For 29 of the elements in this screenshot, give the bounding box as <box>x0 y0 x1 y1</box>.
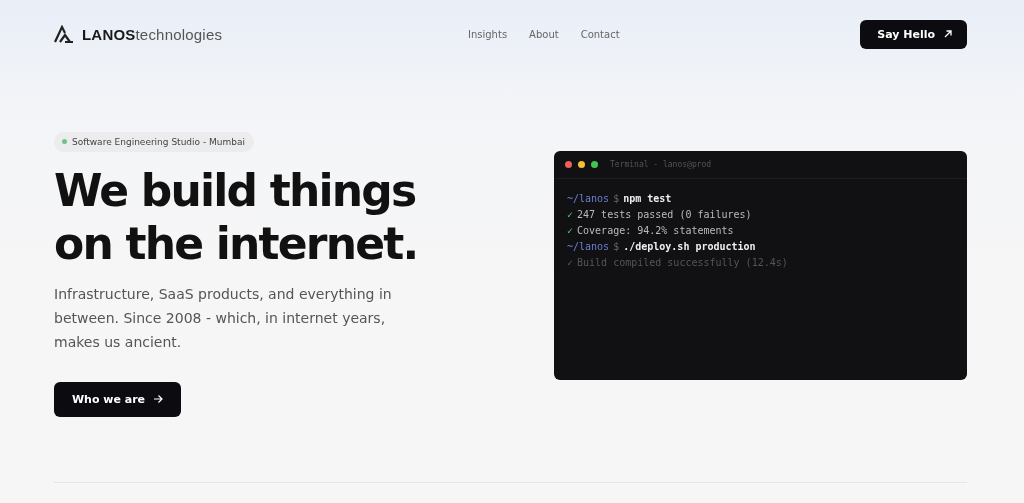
hero-heading: on the internet. <box>54 216 419 270</box>
who-we-are-button[interactable]: Who we are <box>54 381 181 417</box>
command-text: ./deploy.sh production <box>623 241 756 253</box>
logo-text: LANOStechnologies <box>82 25 223 43</box>
prompt-symbol: $ <box>613 241 620 253</box>
prompt-symbol: $ <box>613 193 620 205</box>
terminal-title: Terminal - lanos@prod <box>610 160 712 169</box>
command-text: npm test <box>623 193 672 205</box>
close-dot-icon <box>565 161 572 168</box>
output-text: Build compiled successfully (12.4s) <box>577 257 788 269</box>
check-mark: ✓ <box>567 257 574 269</box>
nav-link[interactable]: About <box>529 28 559 40</box>
check-mark: ✓ <box>567 225 574 237</box>
check-mark: ✓ <box>567 209 574 221</box>
hero-heading: We build things <box>54 163 417 217</box>
logo-icon <box>54 25 74 43</box>
hero-description: Infrastructure, SaaS products, and everything in between. Since 2008 - which, in internet years, makes us ancient. <box>54 284 393 352</box>
nav-link[interactable]: Insights <box>468 28 508 40</box>
minimize-dot-icon <box>578 161 585 168</box>
output-text: Coverage: 94.2% statements <box>577 225 734 237</box>
maximize-dot-icon <box>591 161 598 168</box>
arrow-icon <box>153 394 164 404</box>
say-hello-button[interactable]: Say Hello <box>860 19 967 49</box>
badge-text: Software Engineering Studio - Mumbai <box>72 136 245 147</box>
output-text: 247 tests passed (0 failures) <box>577 209 752 221</box>
arrow-icon <box>943 29 953 39</box>
prompt-path: ~/lanos <box>567 193 610 205</box>
prompt-path: ~/lanos <box>567 241 610 253</box>
nav-link[interactable]: Contact <box>580 28 620 40</box>
